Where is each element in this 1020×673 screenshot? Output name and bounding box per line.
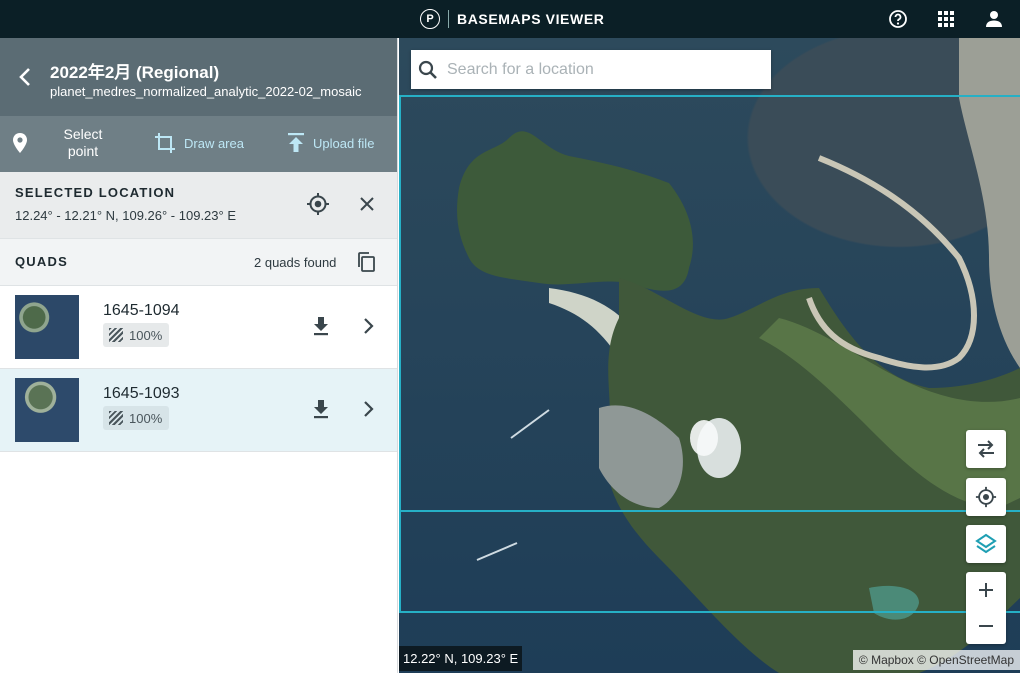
map-view[interactable]: 12.22° N, 109.23° E © Mapbox © OpenStree… — [399, 38, 1020, 673]
minus-icon — [979, 625, 993, 627]
chevron-right-icon[interactable] — [362, 400, 378, 420]
cursor-coordinates: 12.22° N, 109.23° E — [399, 646, 523, 671]
quad-id: 1645-1094 — [103, 302, 180, 319]
locate-selection-icon[interactable] — [305, 191, 331, 217]
zoom-in-button[interactable] — [966, 572, 1006, 608]
crop-icon — [155, 133, 175, 153]
brand: P BASEMAPS VIEWER — [420, 8, 604, 30]
download-icon[interactable] — [312, 399, 332, 421]
quad-id: 1645-1093 — [103, 385, 180, 402]
selected-location-title: SELECTED LOCATION — [15, 185, 176, 200]
help-icon[interactable] — [887, 8, 909, 30]
coverage-badge: 100% — [103, 323, 169, 347]
mosaic-name: planet_medres_normalized_analytic_2022-0… — [50, 84, 362, 99]
coverage-hatch-icon — [109, 411, 123, 425]
upload-file-label: Upload file — [313, 135, 375, 151]
selected-location: SELECTED LOCATION 12.24° - 12.21° N, 109… — [0, 172, 397, 239]
crosshair-icon — [975, 486, 997, 508]
close-icon[interactable] — [355, 191, 379, 217]
map-pin-icon — [13, 133, 27, 153]
coverage-value: 100% — [129, 327, 163, 343]
selection-tools: Select point Draw area Upload file — [0, 116, 397, 172]
quad-thumbnail — [15, 378, 79, 442]
chevron-left-icon — [19, 68, 30, 86]
selected-location-coords: 12.24° - 12.21° N, 109.26° - 109.23° E — [15, 208, 236, 223]
coverage-badge: 100% — [103, 406, 169, 430]
quad-boundary-bottom — [399, 611, 1020, 613]
quad-row[interactable]: 1645-1093 100% — [0, 369, 397, 452]
swap-arrows-icon — [978, 440, 994, 458]
mosaic-title: 2022年2月 (Regional) — [50, 63, 220, 82]
back-button[interactable] — [14, 64, 36, 90]
layers-button[interactable] — [966, 525, 1006, 563]
quad-boundary-top — [399, 95, 1020, 97]
draw-area-label: Draw area — [184, 135, 244, 151]
upload-icon — [288, 133, 304, 152]
geolocate-button[interactable] — [966, 478, 1006, 516]
quad-boundary-middle — [399, 510, 1020, 512]
satellite-imagery — [457, 38, 1020, 673]
map-attribution[interactable]: © Mapbox © OpenStreetMap — [852, 650, 1020, 670]
brand-divider — [448, 10, 449, 28]
quad-row[interactable]: 1645-1094 100% — [0, 286, 397, 369]
mosaic-header: 2022年2月 (Regional) planet_medres_normali… — [0, 38, 397, 116]
swap-button[interactable] — [966, 430, 1006, 468]
zoom-out-button[interactable] — [966, 608, 1006, 644]
draw-area-button[interactable]: Draw area — [154, 132, 244, 154]
zoom-controls — [966, 572, 1006, 644]
select-point-label: Select point — [63, 126, 103, 159]
sidebar-panel: 2022年2月 (Regional) planet_medres_normali… — [0, 38, 398, 673]
planet-logo-icon: P — [420, 9, 440, 29]
search-input[interactable] — [447, 60, 747, 79]
copy-icon[interactable] — [357, 251, 377, 273]
quads-header: QUADS 2 quads found — [0, 239, 397, 286]
quad-thumbnail — [15, 295, 79, 359]
search-icon — [417, 59, 439, 81]
location-search[interactable] — [411, 50, 771, 89]
top-bar: P BASEMAPS VIEWER — [0, 0, 1020, 38]
chevron-right-icon[interactable] — [362, 317, 378, 337]
quads-title: QUADS — [15, 254, 68, 269]
app-title: BASEMAPS VIEWER — [457, 11, 605, 27]
apps-grid-icon[interactable] — [935, 8, 957, 30]
coverage-value: 100% — [129, 410, 163, 426]
download-icon[interactable] — [312, 316, 332, 338]
layers-icon — [975, 533, 997, 554]
quads-count: 2 quads found — [254, 255, 337, 270]
upload-file-button[interactable]: Upload file — [287, 132, 374, 154]
coverage-hatch-icon — [109, 328, 123, 342]
quad-boundary-left — [399, 96, 401, 613]
plus-icon — [979, 583, 993, 597]
select-point-button[interactable]: Select point — [12, 126, 116, 160]
account-icon[interactable] — [983, 8, 1005, 30]
